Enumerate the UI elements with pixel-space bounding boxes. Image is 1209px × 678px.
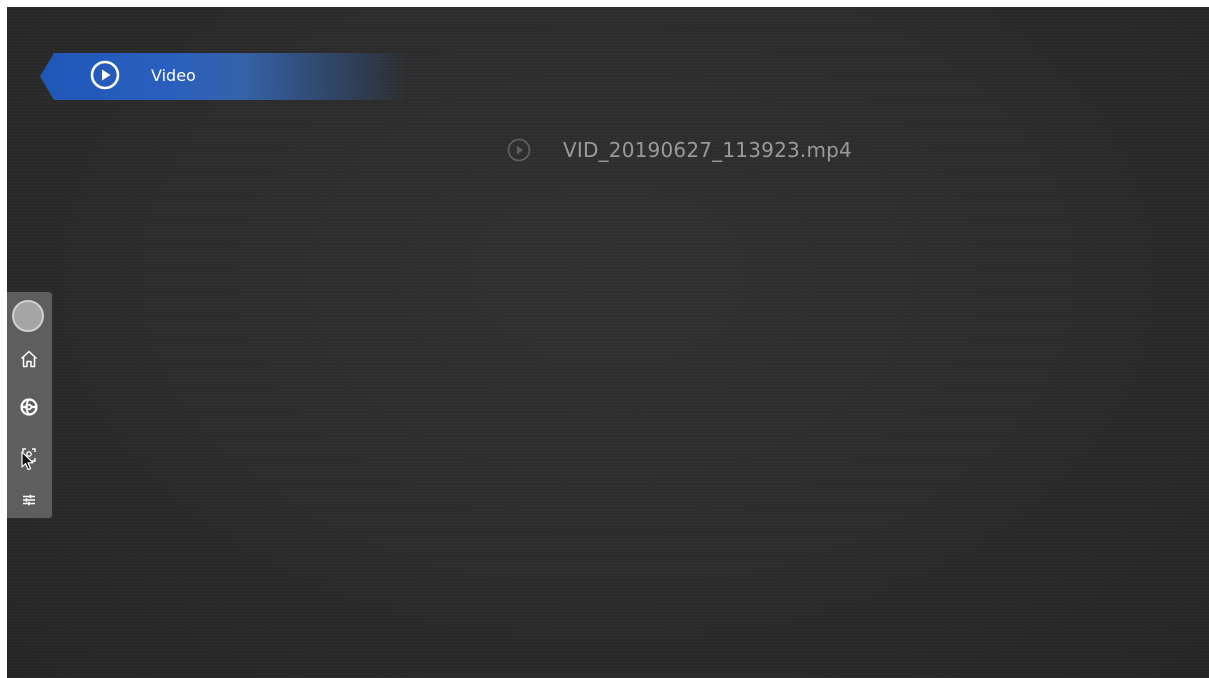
file-name: VID_20190627_113923.mp4 (563, 138, 852, 162)
floating-menu-handle[interactable] (12, 300, 44, 332)
home-button[interactable] (14, 344, 44, 374)
floating-toolbar (7, 292, 52, 518)
settings-button[interactable] (14, 485, 44, 515)
home-icon (20, 350, 38, 368)
mouse-cursor-icon (21, 451, 34, 471)
file-item[interactable]: VID_20190627_113923.mp4 (507, 135, 852, 165)
sliders-icon (23, 494, 35, 506)
browser-icon (20, 398, 38, 416)
category-label: Video (151, 66, 196, 85)
browser-button[interactable] (14, 392, 44, 422)
play-circle-icon (507, 138, 531, 162)
category-banner[interactable]: Video (40, 53, 410, 100)
play-circle-icon (90, 60, 120, 90)
app-screen: Video VID_20190627_113923.mp4 (7, 7, 1209, 678)
